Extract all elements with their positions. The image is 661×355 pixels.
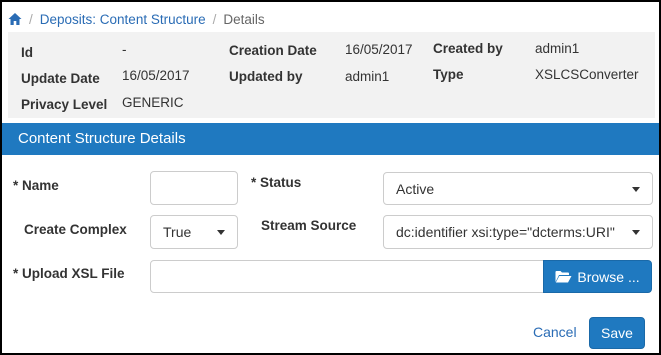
chevron-down-icon [217, 230, 225, 235]
status-select[interactable]: Active [383, 172, 653, 205]
create-complex-select[interactable]: True [150, 215, 238, 249]
creation-date-label: Creation Date [229, 43, 317, 58]
chevron-down-icon [632, 186, 640, 192]
create-complex-label: Create Complex [24, 222, 127, 237]
update-date-value: 16/05/2017 [122, 68, 190, 83]
privacy-level-value: GENERIC [122, 95, 184, 110]
stream-source-select[interactable]: dc:identifier xsi:type="dcterms:URI" [383, 215, 653, 249]
created-by-label: Created by [433, 41, 503, 56]
updated-by-label: Updated by [229, 69, 303, 84]
stream-source-label: Stream Source [261, 218, 357, 233]
breadcrumb-current: Details [223, 11, 265, 27]
status-select-value: Active [396, 180, 435, 197]
upload-file-input[interactable] [150, 260, 544, 293]
stream-source-select-value: dc:identifier xsi:type="dcterms:URI" [396, 224, 615, 240]
id-value: - [122, 42, 127, 57]
folder-open-icon [555, 271, 572, 283]
home-icon[interactable] [8, 12, 22, 26]
created-by-value: admin1 [535, 41, 580, 56]
upload-xsl-label: * Upload XSL File [13, 266, 125, 281]
chevron-down-icon [632, 230, 640, 235]
type-label: Type [433, 67, 464, 82]
browse-button-label: Browse ... [577, 268, 640, 285]
section-header: Content Structure Details [2, 123, 659, 155]
name-input[interactable] [150, 171, 238, 205]
creation-date-value: 16/05/2017 [345, 42, 413, 57]
privacy-level-label: Privacy Level [21, 97, 108, 112]
breadcrumb-separator: / [212, 11, 217, 27]
browse-button[interactable]: Browse ... [543, 260, 652, 293]
breadcrumb-deposits-link[interactable]: Deposits: Content Structure [40, 12, 206, 27]
create-complex-select-value: True [163, 224, 192, 240]
breadcrumb-separator: / [29, 11, 33, 27]
status-label: * Status [251, 175, 302, 190]
save-button[interactable]: Save [589, 317, 645, 349]
info-panel: Id - Creation Date 16/05/2017 Created by… [8, 32, 655, 118]
page-frame: / Deposits: Content Structure / Details … [0, 0, 661, 355]
name-label: * Name [13, 178, 59, 193]
id-label: Id [21, 45, 33, 60]
updated-by-value: admin1 [345, 69, 390, 84]
breadcrumb: / Deposits: Content Structure / Details [8, 10, 265, 28]
cancel-button[interactable]: Cancel [533, 324, 577, 340]
update-date-label: Update Date [21, 71, 100, 86]
type-value: XSLCSConverter [535, 67, 639, 82]
